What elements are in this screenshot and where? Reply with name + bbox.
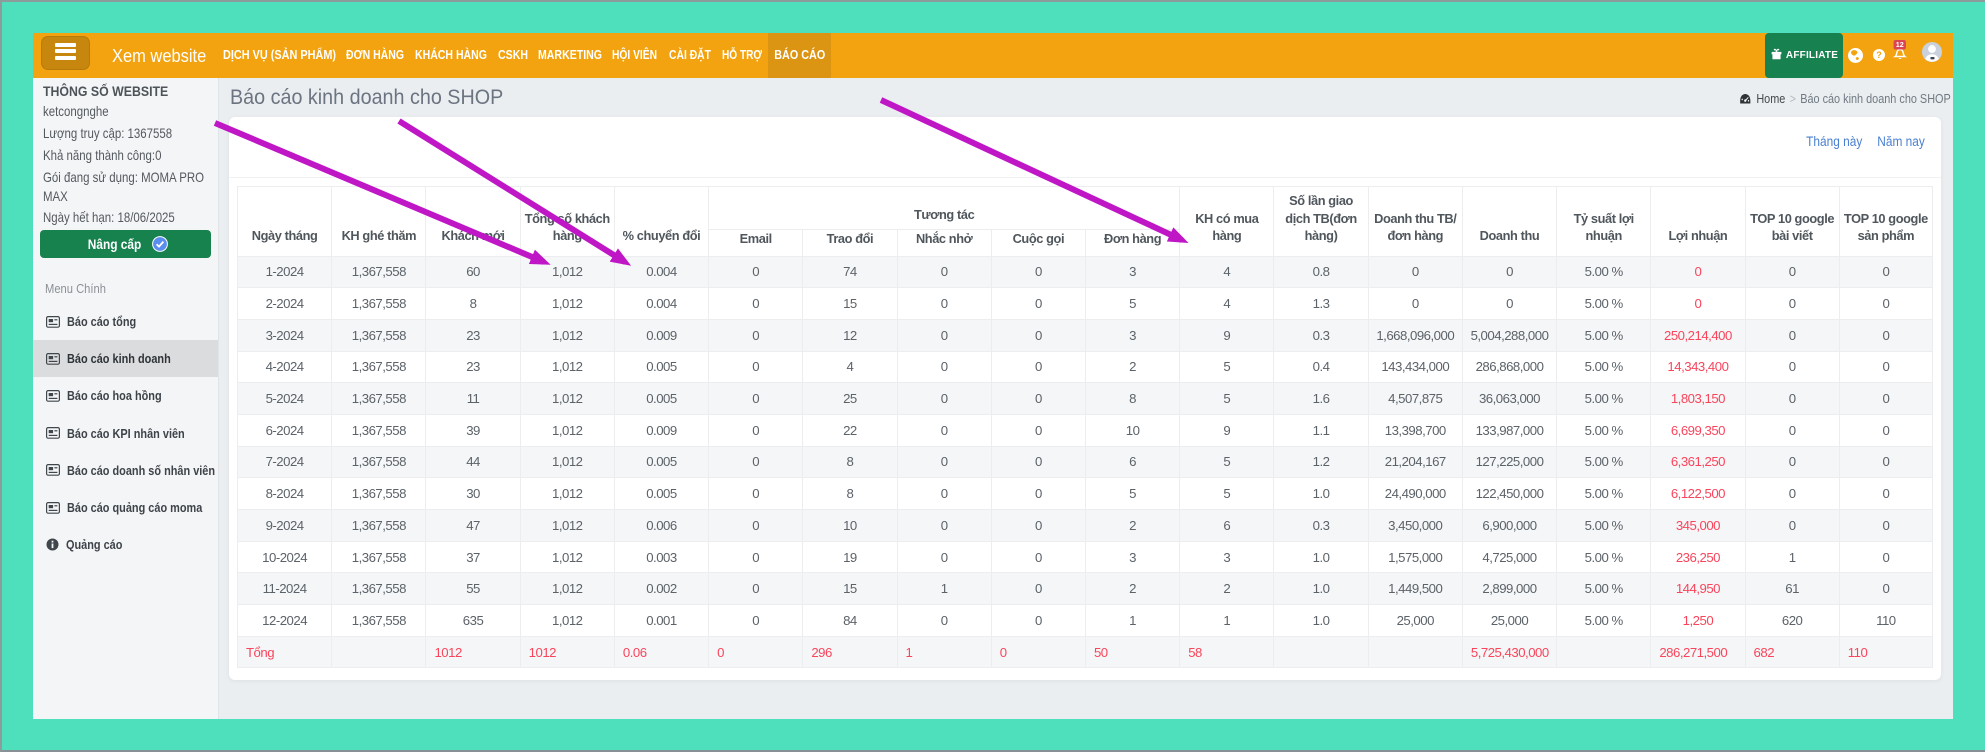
- svg-text:12: 12: [1896, 40, 1904, 49]
- svg-text:?: ?: [1876, 50, 1882, 60]
